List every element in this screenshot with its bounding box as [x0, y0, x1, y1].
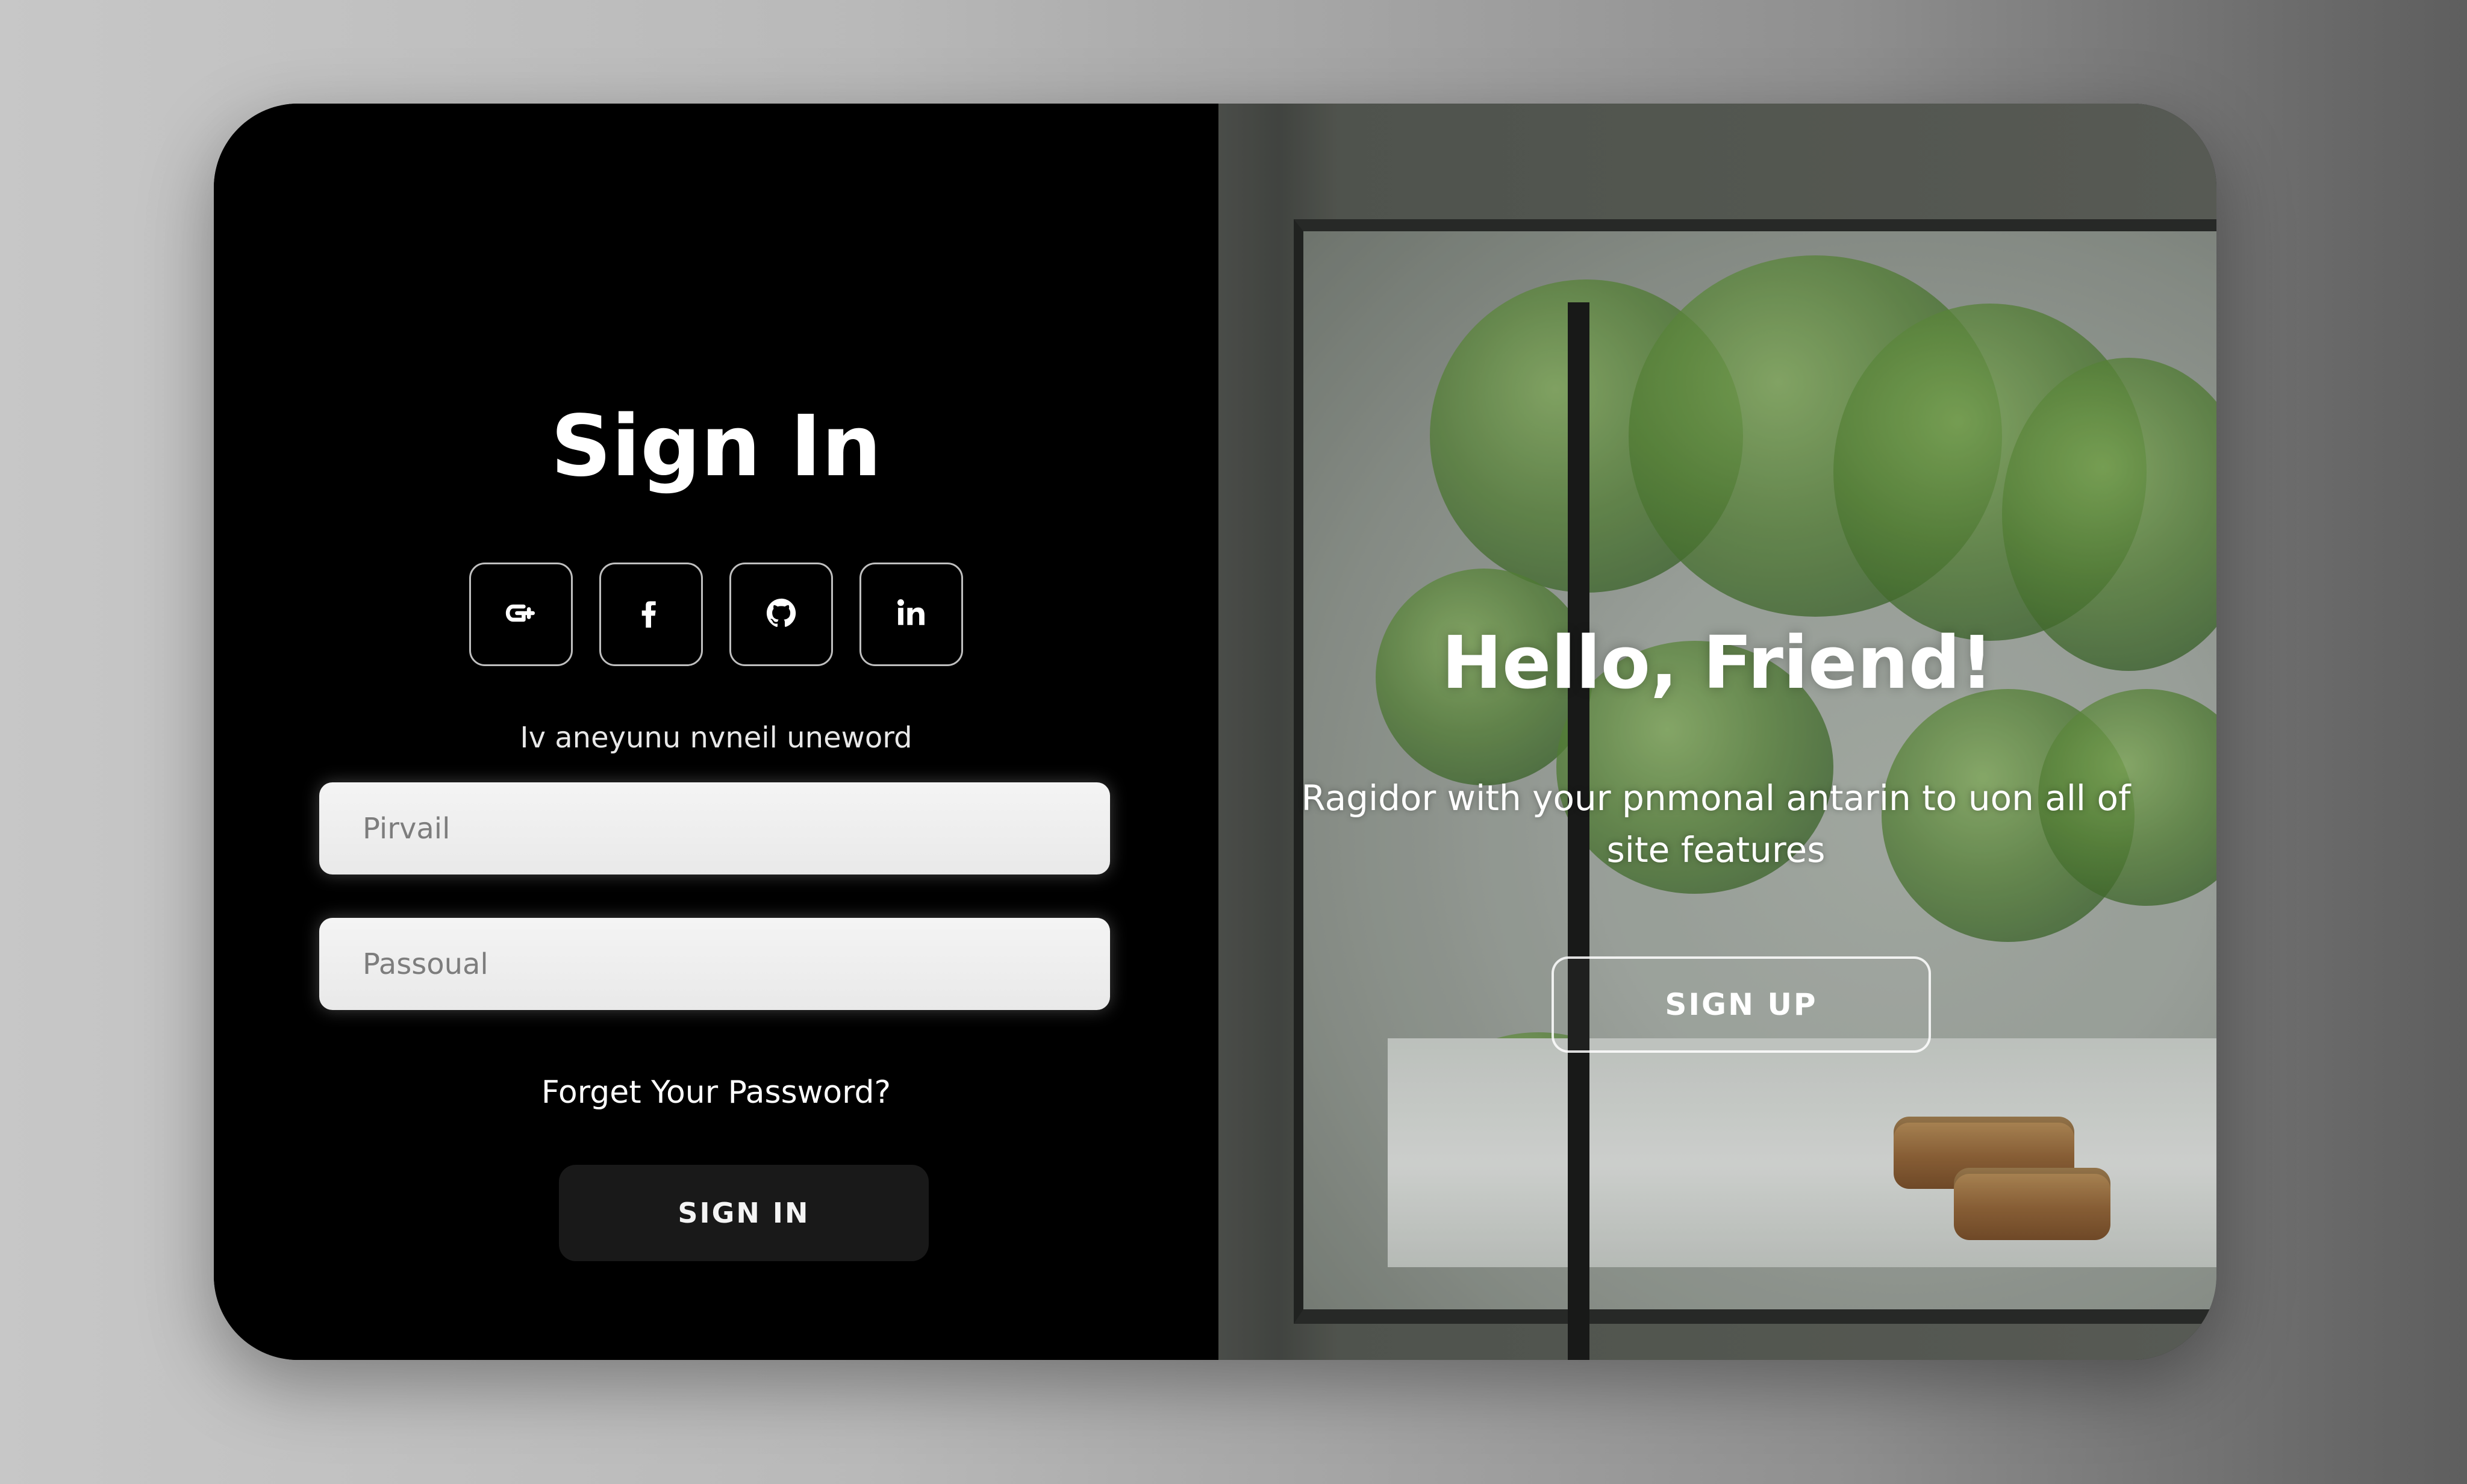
google-icon	[500, 592, 542, 637]
sign-up-button[interactable]: SIGN UP	[1552, 956, 1931, 1053]
forgot-password-link[interactable]: Forget Your Password?	[214, 1074, 1218, 1111]
facebook-login-button[interactable]	[599, 563, 703, 666]
email-input[interactable]	[361, 811, 1110, 846]
sign-in-button[interactable]: SIGN IN	[559, 1165, 929, 1261]
sign-in-panel: Sign In Iv aneyunu nvneil uneword Pirvai…	[214, 104, 1218, 1360]
auth-card: Sign In Iv aneyunu nvneil uneword Pirvai…	[214, 104, 2216, 1360]
linkedin-icon	[890, 592, 932, 637]
password-field[interactable]	[319, 918, 1110, 1010]
email-field[interactable]	[319, 782, 1110, 874]
password-input[interactable]	[361, 946, 1110, 982]
image-overlay	[1218, 104, 2216, 1360]
social-login-row	[214, 563, 1218, 666]
facebook-icon	[630, 592, 672, 637]
background-scene	[1218, 104, 2216, 1360]
hello-title: Hello, Friend!	[1441, 622, 1994, 705]
sign-in-hint: Iv aneyunu nvneil uneword	[520, 721, 912, 755]
linkedin-login-button[interactable]	[859, 563, 963, 666]
google-login-button[interactable]	[469, 563, 573, 666]
github-login-button[interactable]	[729, 563, 833, 666]
sign-up-panel: Hello, Friend! Ragidor with your pnmonal…	[1218, 104, 2216, 1360]
sign-in-title: Sign In	[550, 398, 882, 496]
github-icon	[760, 592, 802, 637]
signup-description: Ragidor with your pnmonal antarin to uon…	[1301, 778, 2131, 870]
